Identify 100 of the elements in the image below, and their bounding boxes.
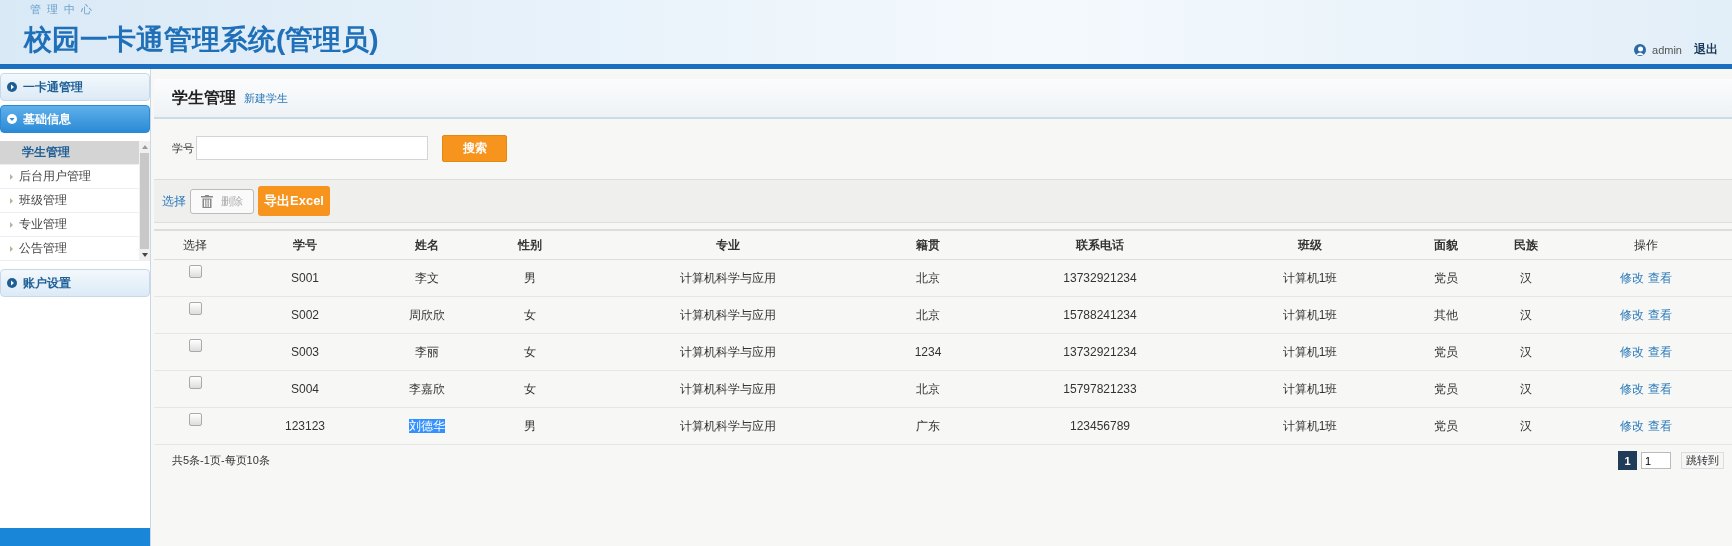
table-cell: 周欣欣 (409, 307, 445, 322)
action-link[interactable]: 查看 (1647, 270, 1672, 285)
action-link[interactable]: 修改 (1620, 307, 1645, 322)
header-subtitle: 管理中心 (29, 2, 99, 17)
row-checkbox[interactable] (188, 413, 202, 426)
bullet-icon (10, 197, 13, 204)
table-cell: S003 (236, 333, 374, 371)
user-icon (1634, 43, 1647, 56)
table-cell: 男 (480, 259, 580, 297)
table-cell: 北京 (876, 259, 980, 297)
table-cell: 党员 (1400, 407, 1492, 445)
table-cell: 女 (480, 370, 580, 408)
group-label: 账户设置 (23, 274, 71, 292)
user-name: admin (1652, 43, 1682, 56)
table-cell: 汉 (1492, 259, 1560, 297)
table-cell: 广东 (876, 407, 980, 445)
column-header: 选择 (154, 230, 236, 260)
table-cell: 15788241234 (980, 296, 1220, 334)
column-header: 性别 (480, 230, 580, 260)
table-cell: 计算机1班 (1220, 259, 1400, 297)
app-title: 校园一卡通管理系统(管理员) (24, 23, 379, 57)
collapsed-icon (7, 278, 17, 288)
table-cell: 李嘉欣 (409, 381, 445, 396)
bullet-icon (10, 245, 13, 252)
column-header: 班级 (1220, 230, 1400, 260)
action-link[interactable]: 修改 (1620, 270, 1645, 285)
table-cell: S002 (236, 296, 374, 334)
table-cell: S004 (236, 370, 374, 408)
bullet-icon (10, 221, 13, 228)
page-button[interactable]: 1 (1618, 451, 1637, 470)
action-link[interactable]: 修改 (1620, 344, 1645, 359)
action-link[interactable]: 修改 (1620, 381, 1645, 396)
table-cell: 北京 (876, 370, 980, 408)
column-header: 学号 (236, 230, 374, 260)
table-cell: 汉 (1492, 370, 1560, 408)
collapsed-icon (7, 82, 17, 92)
table-cell: 123123 (236, 407, 374, 445)
table-cell: 13732921234 (980, 333, 1220, 371)
bullet-icon (10, 173, 13, 180)
column-header: 面貌 (1400, 230, 1492, 260)
table-cell: 汉 (1492, 407, 1560, 445)
column-header: 联系电话 (980, 230, 1220, 260)
table-cell: 女 (480, 333, 580, 371)
table-cell: 13732921234 (980, 259, 1220, 297)
group-label: 一卡通管理 (23, 78, 83, 96)
sidebar-group[interactable]: 账户设置 (0, 269, 150, 297)
table-cell: 党员 (1400, 370, 1492, 408)
sidebar-group[interactable]: 基础信息 (0, 105, 150, 133)
table-cell: 123456789 (980, 407, 1220, 445)
table-cell: 计算机科学与应用 (580, 333, 876, 371)
table-cell: 计算机科学与应用 (580, 296, 876, 334)
table-cell: 北京 (876, 296, 980, 334)
row-checkbox[interactable] (188, 339, 202, 352)
column-header: 专业 (580, 230, 876, 260)
action-link[interactable]: 修改 (1620, 418, 1645, 433)
table-cell: 李丽 (415, 344, 439, 359)
table-cell: 计算机1班 (1220, 333, 1400, 371)
table-cell: 计算机科学与应用 (580, 259, 876, 297)
table-cell: 计算机1班 (1220, 370, 1400, 408)
search-field[interactable] (196, 136, 428, 160)
table-cell: 女 (480, 296, 580, 334)
table-cell: 刘德华 (409, 418, 445, 433)
scrollbar[interactable] (139, 141, 150, 261)
row-checkbox[interactable] (188, 265, 202, 278)
table-cell: 李文 (415, 270, 439, 285)
table-cell: S001 (236, 259, 374, 297)
table-cell: 男 (480, 407, 580, 445)
action-link[interactable]: 查看 (1647, 381, 1672, 396)
table-cell: 计算机科学与应用 (580, 370, 876, 408)
record-summary: 共5条-1页-每页10条 (172, 453, 270, 468)
action-link[interactable]: 查看 (1647, 344, 1672, 359)
table-cell: 党员 (1400, 333, 1492, 371)
table-cell: 计算机1班 (1220, 296, 1400, 334)
page-input[interactable]: 1 (1641, 452, 1671, 469)
column-header: 籍贯 (876, 230, 980, 260)
trash-icon (201, 194, 213, 208)
column-header: 民族 (1492, 230, 1560, 260)
logout-link[interactable]: 退出 (1694, 41, 1718, 58)
row-checkbox[interactable] (188, 302, 202, 315)
column-header: 姓名 (374, 230, 480, 260)
table-cell: 1234 (876, 333, 980, 371)
column-header: 操作 (1560, 230, 1732, 260)
jump-button[interactable]: 跳转到 (1681, 452, 1724, 469)
select-link[interactable]: 选择 (162, 192, 186, 210)
table-cell: 15797821233 (980, 370, 1220, 408)
sidebar-group[interactable]: 一卡通管理 (0, 73, 150, 101)
action-link[interactable]: 查看 (1647, 418, 1672, 433)
sidebar-item[interactable]: 学生管理 (0, 141, 139, 165)
page-title: 学生管理 (172, 87, 236, 108)
table-cell: 其他 (1400, 296, 1492, 334)
table-cell: 汉 (1492, 333, 1560, 371)
table-cell: 党员 (1400, 259, 1492, 297)
expanded-icon (7, 114, 17, 124)
field-label: 学号 (172, 140, 194, 156)
new-student-link[interactable]: 新建学生 (244, 90, 288, 106)
table-cell: 计算机1班 (1220, 407, 1400, 445)
action-link[interactable]: 查看 (1647, 307, 1672, 322)
row-checkbox[interactable] (188, 376, 202, 389)
group-label: 基础信息 (23, 110, 71, 128)
table-cell: 汉 (1492, 296, 1560, 334)
